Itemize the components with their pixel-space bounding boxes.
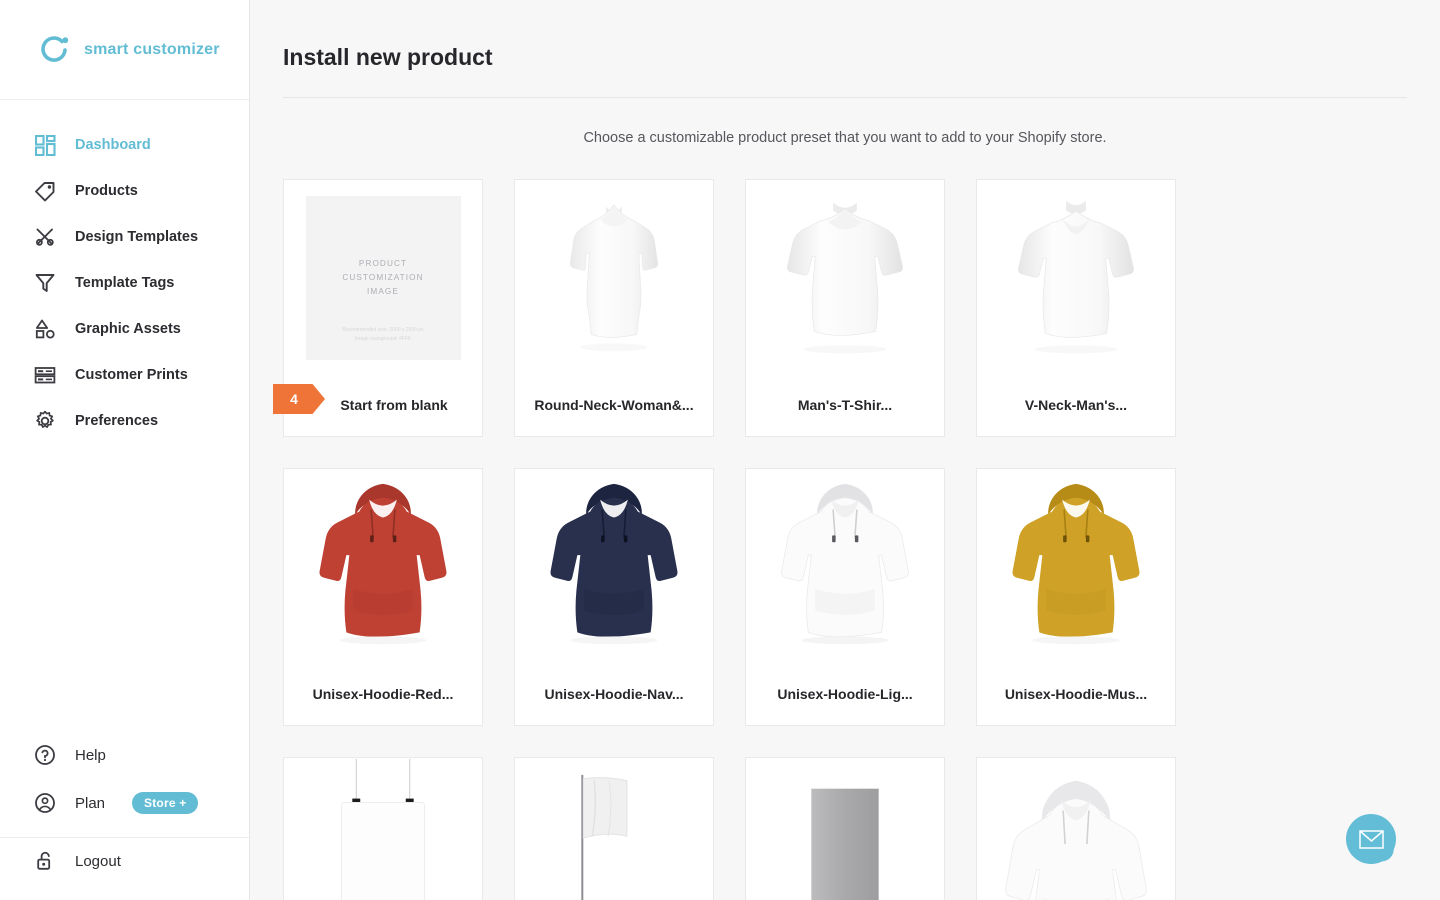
main-content: Install new product Choose a customizabl… bbox=[250, 0, 1440, 900]
sidebar-item-customer-prints[interactable]: Customer Prints bbox=[0, 352, 249, 398]
product-card-label: V-Neck-Man's... bbox=[1024, 397, 1128, 413]
product-grid: PRODUCT CUSTOMIZATION IMAGE Recommended … bbox=[250, 146, 1440, 900]
panel-image bbox=[811, 788, 879, 900]
product-card-hanging-banner[interactable] bbox=[283, 757, 483, 900]
funnel-icon bbox=[32, 270, 58, 296]
banner-image bbox=[340, 758, 426, 900]
print-layers-icon bbox=[32, 362, 58, 388]
envelope-icon bbox=[1358, 829, 1384, 849]
title-divider bbox=[283, 97, 1407, 98]
hoodie-image bbox=[319, 483, 447, 645]
sidebar-item-graphic-assets[interactable]: Graphic Assets bbox=[0, 306, 249, 352]
sidebar-item-products[interactable]: Products bbox=[0, 168, 249, 214]
sidebar-item-label: Preferences bbox=[75, 413, 159, 429]
unlock-icon bbox=[32, 848, 58, 874]
sidebar-item-label: Template Tags bbox=[75, 275, 175, 291]
sidebar-nav: Dashboard Products Design Templates Temp… bbox=[0, 100, 249, 444]
tshirt-man-image bbox=[787, 202, 903, 354]
flag-image bbox=[581, 774, 628, 900]
sidebar-item-preferences[interactable]: Preferences bbox=[0, 398, 249, 444]
card-media bbox=[284, 758, 482, 900]
card-media bbox=[515, 758, 713, 900]
product-card-hoodie-red[interactable]: Unisex-Hoodie-Red... bbox=[283, 468, 483, 726]
brand[interactable]: smart customizer bbox=[0, 0, 249, 100]
product-card-label: Man's-T-Shir... bbox=[797, 397, 893, 413]
plan-store-badge[interactable]: Store + bbox=[132, 792, 199, 814]
card-media bbox=[284, 469, 482, 665]
product-card-hoodie-mustard[interactable]: Unisex-Hoodie-Mus... bbox=[976, 468, 1176, 726]
brand-name: smart customizer bbox=[84, 40, 220, 58]
product-card-label: Unisex-Hoodie-Lig... bbox=[777, 686, 913, 702]
sidebar-item-label: Plan bbox=[75, 794, 106, 812]
sidebar-bottom: Help Plan Store + Logout bbox=[0, 731, 249, 900]
sidebar-item-template-tags[interactable]: Template Tags bbox=[0, 260, 249, 306]
product-card-start-from-blank[interactable]: PRODUCT CUSTOMIZATION IMAGE Recommended … bbox=[273, 179, 483, 437]
app-root: smart customizer Dashboard Products Desi… bbox=[0, 0, 1440, 900]
user-circle-icon bbox=[32, 790, 58, 816]
product-card-label: Unisex-Hoodie-Red... bbox=[312, 686, 454, 702]
card-media bbox=[515, 469, 713, 665]
product-card-flag[interactable] bbox=[514, 757, 714, 900]
sidebar-item-label: Help bbox=[75, 746, 106, 764]
sidebar-item-label: Dashboard bbox=[75, 137, 151, 153]
sidebar-item-logout[interactable]: Logout bbox=[0, 851, 249, 900]
placeholder-text: PRODUCT CUSTOMIZATION IMAGE bbox=[342, 259, 424, 296]
circle-dot-logo-icon bbox=[36, 32, 72, 68]
tshirt-vneck-image bbox=[1018, 200, 1134, 354]
hoodie-image bbox=[781, 483, 909, 645]
product-card-round-neck-woman[interactable]: Round-Neck-Woman&... bbox=[514, 179, 714, 437]
sidebar-item-help[interactable]: Help bbox=[0, 731, 249, 779]
sidebar-item-label: Graphic Assets bbox=[75, 321, 181, 337]
product-card-mans-tshirt[interactable]: Man's-T-Shir... bbox=[745, 179, 945, 437]
sidebar-item-label: Design Templates bbox=[75, 229, 199, 245]
product-card-label: Unisex-Hoodie-Mus... bbox=[1004, 686, 1148, 702]
hoodie-image bbox=[1005, 780, 1147, 900]
question-circle-icon bbox=[32, 742, 58, 768]
sidebar-item-design-templates[interactable]: Design Templates bbox=[0, 214, 249, 260]
hoodie-image bbox=[1012, 483, 1140, 645]
sidebar: smart customizer Dashboard Products Desi… bbox=[0, 0, 250, 900]
card-media bbox=[977, 180, 1175, 376]
scissors-icon bbox=[32, 224, 58, 250]
sidebar-divider bbox=[0, 837, 249, 838]
chat-support-button[interactable] bbox=[1346, 814, 1396, 864]
product-card-vneck-man[interactable]: V-Neck-Man's... bbox=[976, 179, 1176, 437]
sidebar-item-plan[interactable]: Plan Store + bbox=[0, 779, 249, 827]
gear-icon bbox=[32, 408, 58, 434]
tshirt-woman-image bbox=[569, 204, 659, 352]
card-media bbox=[746, 758, 944, 900]
card-media: PRODUCT CUSTOMIZATION IMAGE Recommended … bbox=[284, 180, 482, 376]
product-card-panel[interactable] bbox=[745, 757, 945, 900]
placeholder-note: Recommended size: 2000 x 2000 px Image b… bbox=[342, 327, 424, 342]
product-customization-placeholder: PRODUCT CUSTOMIZATION IMAGE Recommended … bbox=[305, 196, 461, 360]
product-card-label: Round-Neck-Woman&... bbox=[534, 397, 694, 413]
shapes-icon bbox=[32, 316, 58, 342]
product-card-hoodie-navy[interactable]: Unisex-Hoodie-Nav... bbox=[514, 468, 714, 726]
sidebar-item-label: Logout bbox=[75, 852, 121, 870]
card-media bbox=[746, 180, 944, 376]
card-media bbox=[515, 180, 713, 376]
sidebar-item-label: Customer Prints bbox=[75, 367, 188, 383]
sidebar-item-dashboard[interactable]: Dashboard bbox=[0, 122, 249, 168]
card-media bbox=[977, 469, 1175, 665]
tag-icon bbox=[32, 178, 58, 204]
product-card-label: Unisex-Hoodie-Nav... bbox=[544, 686, 684, 702]
card-media bbox=[746, 469, 944, 665]
dashboard-grid-icon bbox=[32, 132, 58, 158]
product-card-hoodie-light[interactable]: Unisex-Hoodie-Lig... bbox=[745, 468, 945, 726]
card-media bbox=[977, 758, 1175, 900]
hoodie-image bbox=[550, 483, 678, 645]
page-subtitle: Choose a customizable product preset tha… bbox=[583, 130, 1107, 146]
sidebar-item-label: Products bbox=[75, 183, 138, 199]
page-title: Install new product bbox=[283, 44, 493, 70]
product-card-hoodie-white-2[interactable] bbox=[976, 757, 1176, 900]
